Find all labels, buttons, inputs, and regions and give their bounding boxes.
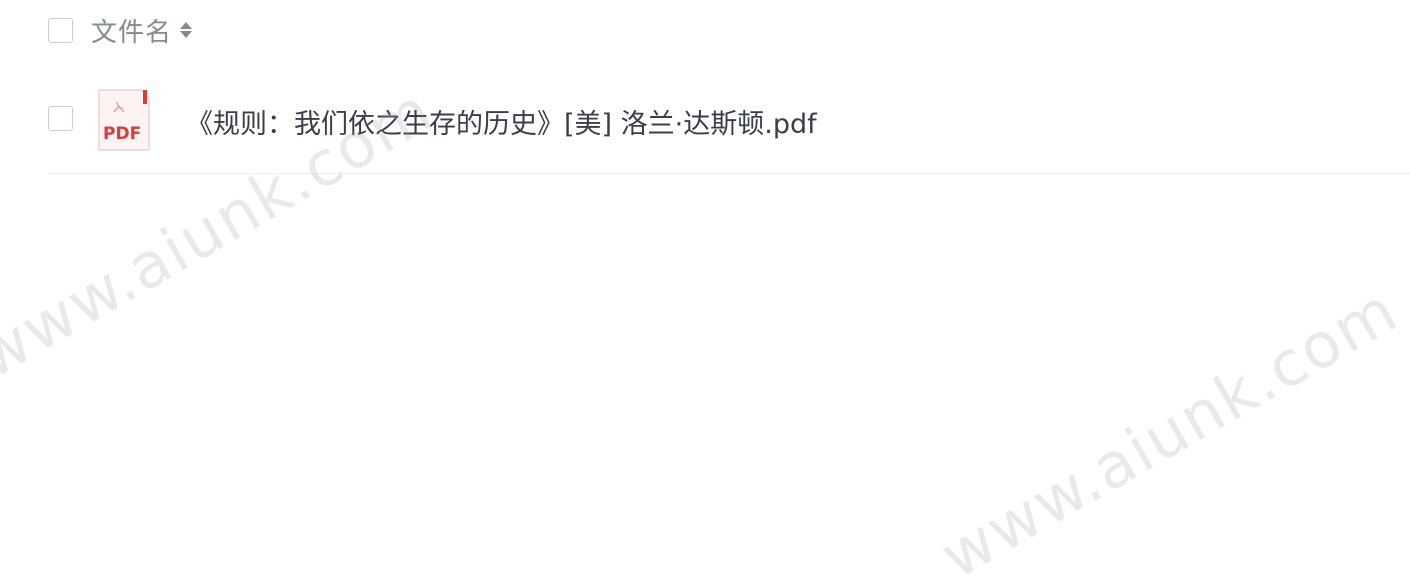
pdf-file-icon: PDF (98, 89, 150, 151)
sort-icon[interactable] (180, 22, 193, 38)
file-select-checkbox[interactable] (48, 106, 73, 131)
file-name-link[interactable]: 《规则：我们依之生存的历史》[美] 洛兰·达斯顿.pdf (186, 102, 817, 141)
pdf-icon-label: PDF (103, 124, 141, 144)
file-list-page: 文件名 PDF 《规则：我们依之生存的历史》[美] 洛兰·达斯顿.pdf www… (0, 0, 1410, 588)
file-row[interactable]: PDF 《规则：我们依之生存的历史》[美] 洛兰·达斯顿.pdf (48, 80, 1410, 174)
file-list-header: 文件名 (48, 10, 193, 50)
watermark: www.aiunk.com (928, 272, 1410, 588)
filename-column-header[interactable]: 文件名 (91, 12, 172, 49)
select-all-checkbox[interactable] (48, 17, 73, 43)
